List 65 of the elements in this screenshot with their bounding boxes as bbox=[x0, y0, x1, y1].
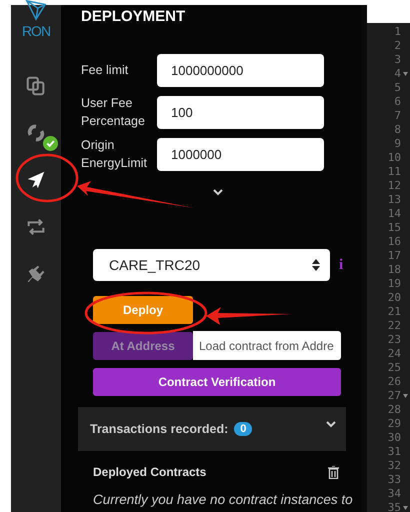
fold-icon[interactable] bbox=[403, 506, 408, 510]
line-number: 26 bbox=[386, 375, 402, 389]
line-number: 6 bbox=[393, 95, 402, 109]
line-number: 9 bbox=[393, 137, 402, 151]
input-field[interactable]: 1000000000 bbox=[157, 54, 324, 86]
line-number: 32 bbox=[386, 459, 402, 473]
line-number: 5 bbox=[393, 81, 402, 95]
transactions-bar[interactable]: Transactions recorded: 0 bbox=[78, 407, 346, 451]
field-label: Fee limit bbox=[81, 62, 130, 79]
line-number: 25 bbox=[386, 361, 402, 375]
deployed-contracts-title: Deployed Contracts bbox=[93, 465, 206, 479]
empty-message: Currently you have no contract instances to bbox=[93, 492, 354, 507]
fold-icon[interactable] bbox=[403, 394, 408, 398]
line-number: 1 bbox=[393, 25, 402, 39]
line-number: 34 bbox=[386, 487, 402, 501]
line-number: 7 bbox=[393, 109, 402, 123]
line-number: 2 bbox=[393, 39, 402, 53]
line-number: 16 bbox=[386, 235, 402, 249]
fold-icon[interactable] bbox=[403, 72, 408, 76]
transactions-label: Transactions recorded: bbox=[90, 422, 228, 436]
sort-icon bbox=[312, 259, 320, 271]
line-number: 27 bbox=[367, 389, 410, 403]
line-number: 10 bbox=[386, 151, 402, 165]
line-number: 17 bbox=[386, 249, 402, 263]
copy-icon bbox=[25, 75, 47, 97]
field-label: Origin EnergyLimit bbox=[81, 136, 148, 172]
line-number: 4 bbox=[367, 67, 410, 81]
line-number: 12 bbox=[386, 179, 402, 193]
annotation-circle bbox=[16, 154, 78, 202]
line-number: 35 bbox=[367, 501, 410, 512]
line-number: 20 bbox=[386, 291, 402, 305]
line-number: 15 bbox=[386, 221, 402, 235]
line-number: 30 bbox=[386, 431, 402, 445]
line-number: 14 bbox=[386, 207, 402, 221]
line-number: 23 bbox=[386, 333, 402, 347]
plug-icon bbox=[25, 263, 47, 285]
sync-icon bbox=[25, 122, 47, 144]
logo-text: RON bbox=[22, 23, 50, 39]
info-icon[interactable]: i bbox=[339, 256, 344, 274]
line-number: 31 bbox=[386, 445, 402, 459]
line-number: 29 bbox=[386, 417, 402, 431]
line-number: 8 bbox=[393, 123, 402, 137]
chevron-icon bbox=[326, 420, 336, 428]
address-field[interactable]: Load contract from Addre bbox=[193, 331, 341, 360]
line-number: 22 bbox=[386, 319, 402, 333]
contract-select[interactable]: CARE_TRC20 bbox=[93, 249, 330, 281]
line-number: 11 bbox=[386, 165, 402, 179]
line-number: 28 bbox=[386, 403, 402, 417]
line-number: 21 bbox=[386, 305, 402, 319]
line-number: 13 bbox=[386, 193, 402, 207]
line-number: 19 bbox=[386, 277, 402, 291]
line-number: 18 bbox=[386, 263, 402, 277]
trash-icon[interactable] bbox=[328, 466, 339, 478]
line-number: 33 bbox=[386, 473, 402, 487]
repeat-icon bbox=[25, 216, 47, 238]
line-number: 3 bbox=[393, 53, 402, 67]
count-badge: 0 bbox=[234, 422, 252, 436]
logo-icon bbox=[25, 0, 47, 21]
panel-title: DEPLOYMENT bbox=[81, 8, 186, 27]
input-field[interactable]: 100 bbox=[157, 96, 324, 128]
chevron-icon[interactable] bbox=[213, 189, 223, 196]
line-number: 24 bbox=[386, 347, 402, 361]
contract-verification-button[interactable]: Contract Verification bbox=[93, 368, 341, 396]
field-label: User Fee Percentage bbox=[81, 94, 146, 130]
input-field[interactable]: 1000000 bbox=[157, 138, 324, 170]
